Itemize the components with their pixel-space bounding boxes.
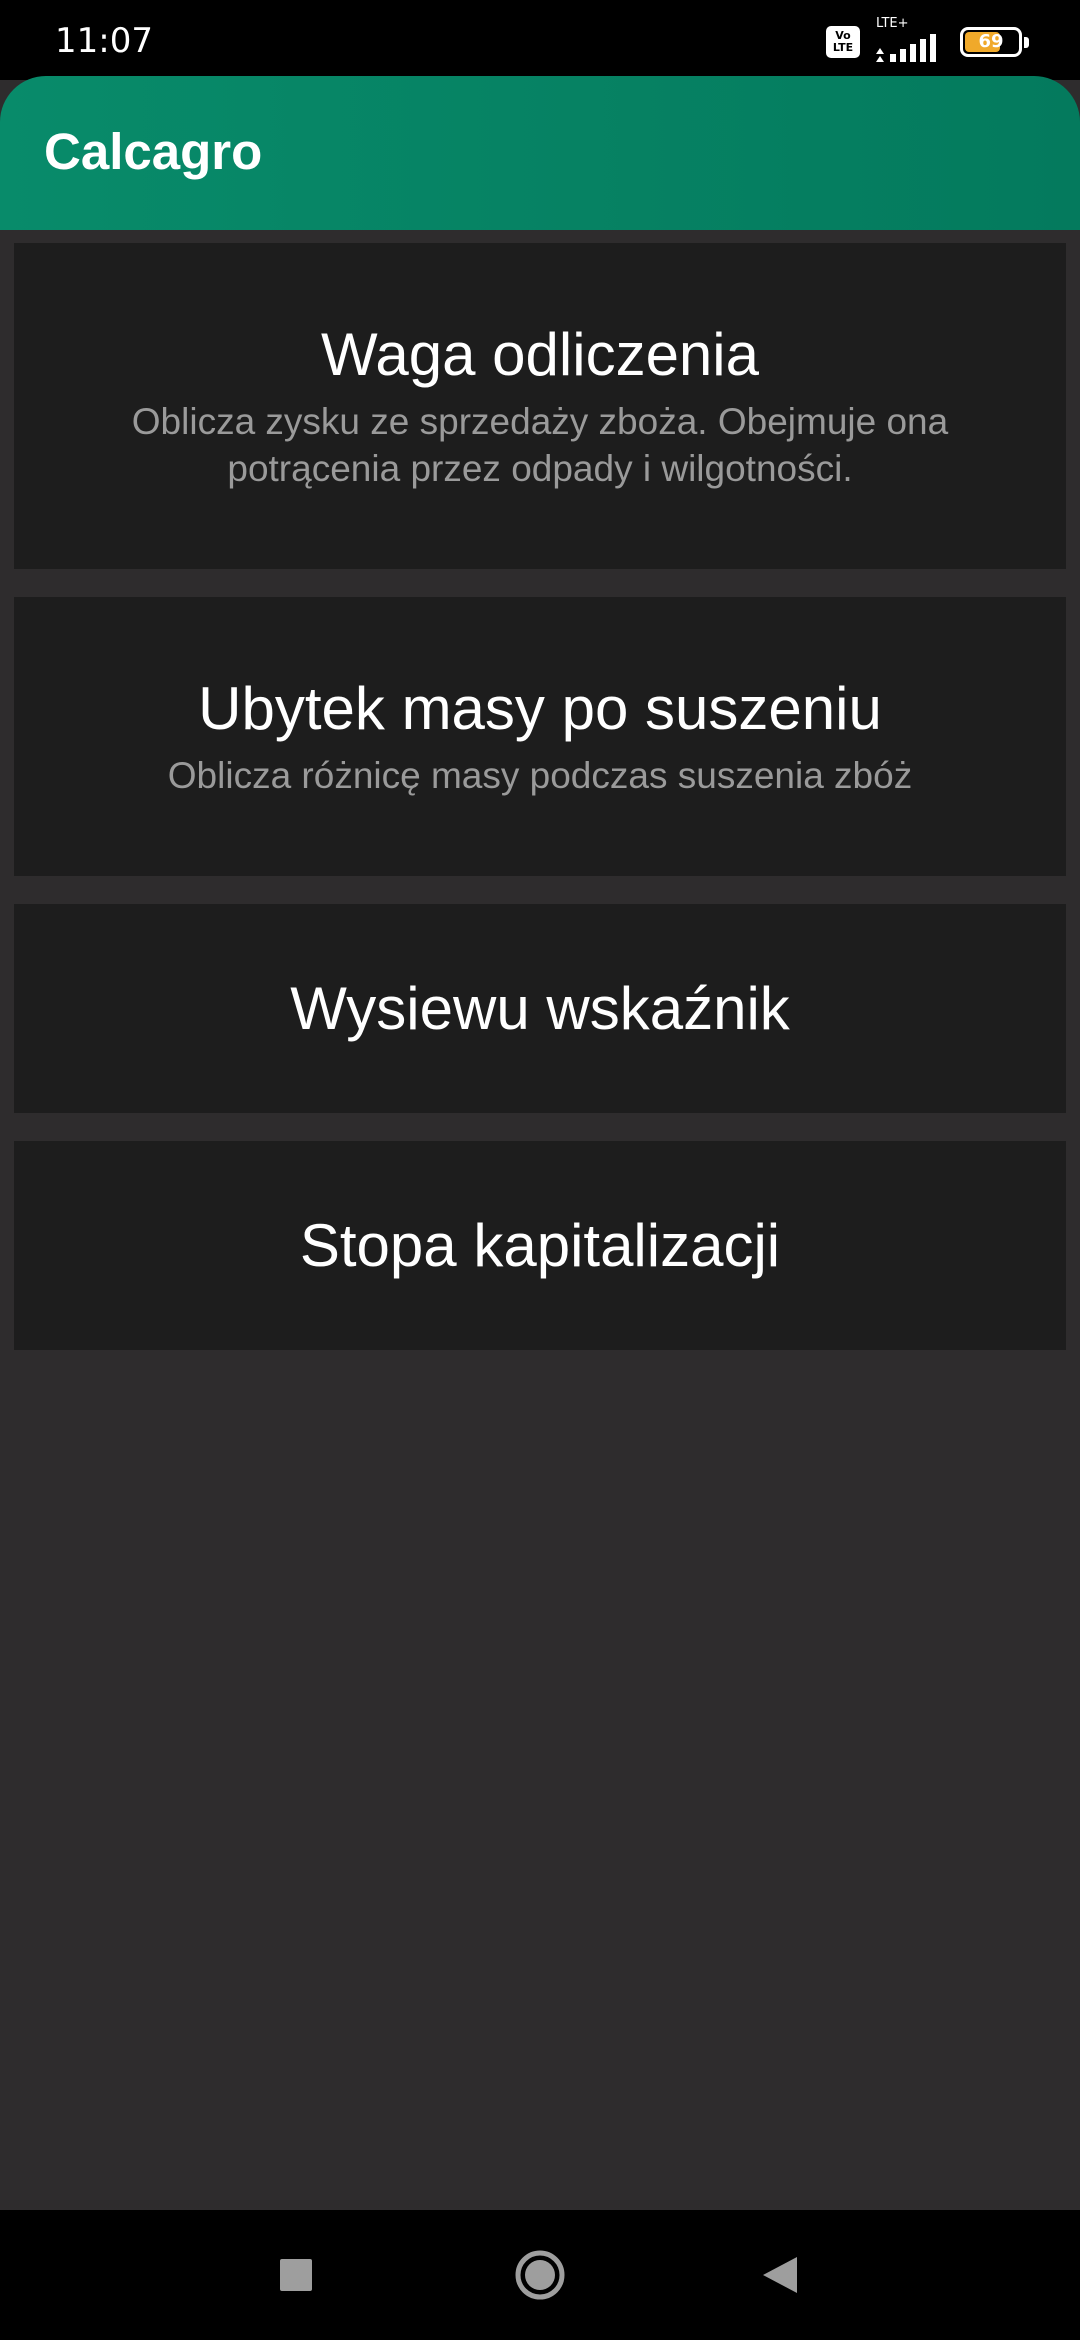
menu-item-title: Waga odliczenia: [320, 321, 760, 389]
status-icons: Vo LTE LTE+ 69: [826, 16, 1029, 62]
menu-item-waga-odliczenia[interactable]: Waga odliczenia Oblicza zysku ze sprzeda…: [14, 243, 1066, 569]
menu-item-title: Ubytek masy po suszeniu: [198, 674, 882, 742]
signal-strength-icon: LTE+: [874, 16, 946, 62]
menu-item-description: Oblicza różnicę masy podczas suszenia zb…: [167, 754, 913, 796]
navigation-bar: [0, 2210, 1080, 2340]
volte-icon: Vo LTE: [826, 26, 860, 58]
app-bar: Calcagro: [0, 76, 1080, 230]
volte-bottom-label: LTE: [832, 41, 854, 54]
menu-item-title: Stopa kapitalizacji: [299, 1212, 781, 1279]
circle-icon: [515, 2250, 565, 2300]
menu-item-stopa-kapitalizacji[interactable]: Stopa kapitalizacji: [14, 1141, 1066, 1350]
triangle-back-icon: [763, 2257, 797, 2293]
network-type-label: LTE+: [876, 16, 909, 31]
status-time: 11:07: [55, 21, 153, 61]
menu-item-wysiewu-wskaznik[interactable]: Wysiewu wskaźnik: [14, 904, 1066, 1113]
menu-item-title: Wysiewu wskaźnik: [290, 975, 790, 1042]
status-bar: 11:07 Vo LTE LTE+ 69: [0, 0, 1080, 80]
app-title: Calcagro: [44, 123, 263, 180]
recents-button[interactable]: [236, 2210, 356, 2340]
square-icon: [280, 2259, 312, 2291]
menu-item-description: Oblicza zysku ze sprzedaży zboża. Obejmu…: [131, 401, 949, 489]
home-button[interactable]: [480, 2210, 600, 2340]
battery-percent: 69: [978, 31, 1004, 52]
menu-item-ubytek-masy[interactable]: Ubytek masy po suszeniu Oblicza różnicę …: [14, 597, 1066, 876]
back-button[interactable]: [720, 2210, 840, 2340]
battery-icon: 69: [960, 27, 1029, 57]
